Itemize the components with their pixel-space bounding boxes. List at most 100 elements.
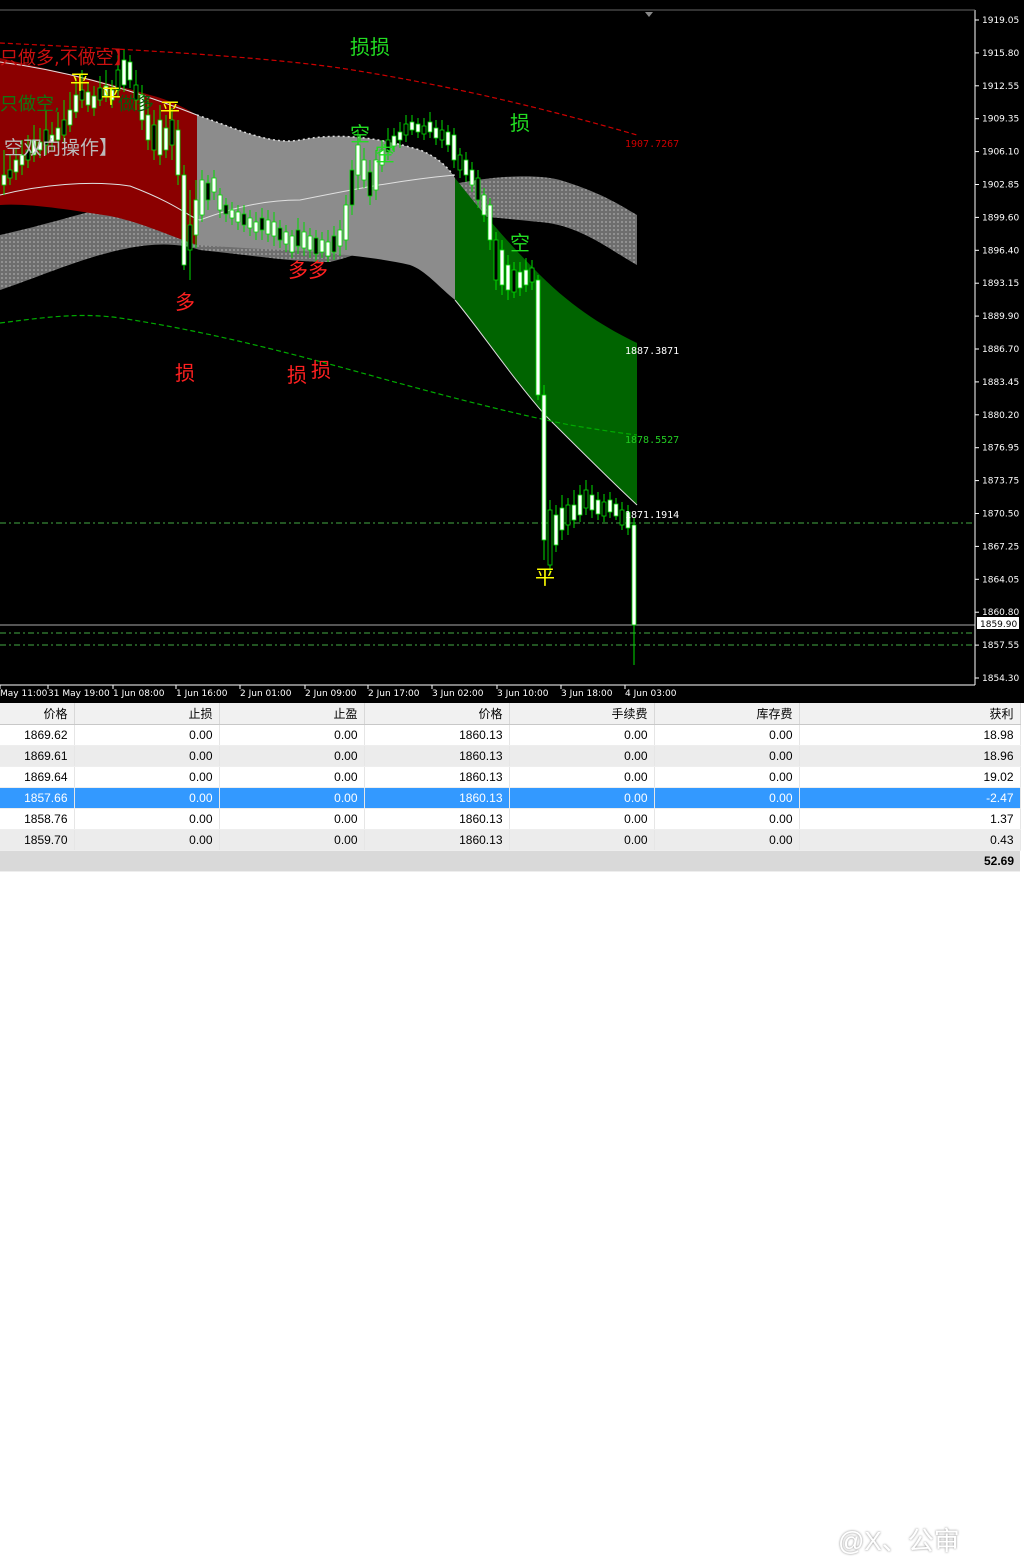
cell-swap: 0.00 (654, 787, 800, 809)
candle-body (253, 221, 259, 233)
cell-take-profit: 0.00 (219, 829, 365, 851)
cell-price: 1860.13 (364, 808, 510, 830)
col-header-price[interactable]: 价格 (364, 703, 510, 725)
cell-take-profit: 0.00 (219, 808, 365, 830)
price-axis-label: 1870.50 (982, 510, 1019, 520)
candle-body (451, 134, 457, 161)
candle-body (241, 213, 247, 226)
table-row[interactable]: 1869.64 0.00 0.00 1860.13 0.00 0.00 19.0… (0, 766, 1021, 788)
time-axis-label: 2 Jun 09:00 (305, 689, 357, 699)
table-row-selected[interactable]: 1857.66 0.00 0.00 1860.13 0.00 0.00 -2.4… (0, 787, 1021, 809)
annotation-short-2: 空 (375, 142, 395, 166)
cell-stop-loss: 0.00 (74, 829, 220, 851)
col-header-profit[interactable]: 获利 (799, 703, 1021, 725)
annotation-loss-green-2: 损 (510, 111, 530, 135)
price-axis-label: 1854.30 (982, 674, 1019, 684)
short-only-tail-label: 做多 (118, 94, 154, 115)
cell-stop-loss: 0.00 (74, 724, 220, 746)
candle-body (157, 119, 163, 156)
cell-take-profit: 0.00 (219, 745, 365, 767)
trade-positions-panel: 价格 止损 止盈 价格 手续费 库存费 获利 1869.62 0.00 0.00… (0, 703, 1024, 1556)
candle-body (151, 124, 157, 151)
cell-price: 1860.13 (364, 745, 510, 767)
candle-body (289, 235, 295, 253)
candle-body (547, 509, 553, 566)
candle-body (1, 174, 7, 186)
time-axis-label: 4 Jun 03:00 (625, 689, 677, 699)
table-row[interactable]: 1869.62 0.00 0.00 1860.13 0.00 0.00 18.9… (0, 724, 1021, 746)
total-row: 52.69 (0, 850, 1020, 872)
candle-body (337, 229, 343, 247)
annotation-short-1: 空 (350, 122, 370, 146)
candle-body (463, 159, 469, 176)
price-chart[interactable]: 1907.7267 1887.3871 1878.5527 1871.1914 … (0, 0, 1024, 703)
col-header-open-price[interactable]: 价格 (0, 703, 75, 725)
candle-body (331, 235, 337, 253)
candle-body (223, 204, 229, 215)
candle-body (397, 131, 403, 141)
cell-open-price: 1857.66 (0, 787, 75, 809)
table-row[interactable]: 1869.61 0.00 0.00 1860.13 0.00 0.00 18.9… (0, 745, 1021, 767)
candle-body (217, 194, 223, 211)
candle-body (7, 169, 13, 179)
annotation-loss-2: 损 (287, 363, 307, 387)
annotation-short-3: 空 (510, 231, 530, 255)
candle-body (247, 217, 253, 229)
price-axis-label: 1864.05 (982, 575, 1019, 585)
candle-body (205, 182, 211, 201)
candle-body (265, 219, 271, 235)
cell-price: 1860.13 (364, 787, 510, 809)
table-row[interactable]: 1858.76 0.00 0.00 1860.13 0.00 0.00 1.37 (0, 808, 1021, 830)
price-axis-label: 1893.15 (982, 279, 1019, 289)
candle-body (163, 127, 169, 151)
price-axis-label: 1902.85 (982, 181, 1019, 191)
price-axis-label: 1906.10 (982, 148, 1019, 158)
chart-shift-marker-icon[interactable] (645, 12, 653, 17)
candle-body (481, 194, 487, 216)
price-axis-label: 1919.05 (982, 16, 1019, 26)
candle-body (445, 131, 451, 146)
table-row[interactable]: 1859.70 0.00 0.00 1860.13 0.00 0.00 0.43 (0, 829, 1021, 851)
candle-body (607, 499, 613, 513)
candle-body (493, 239, 499, 281)
time-axis-label: 2 Jun 17:00 (368, 689, 420, 699)
candle-body (415, 123, 421, 133)
cell-open-price: 1869.64 (0, 766, 75, 788)
cell-open-price: 1859.70 (0, 829, 75, 851)
candle-body (595, 499, 601, 515)
annotation-long-1: 多 (175, 290, 195, 314)
candle-body (283, 231, 289, 245)
candle-body (367, 171, 373, 197)
candle-body (349, 169, 355, 206)
green-ma-value: 1878.5527 (625, 435, 679, 446)
cell-swap: 0.00 (654, 829, 800, 851)
cell-commission: 0.00 (509, 829, 655, 851)
time-axis-label: May 11:00 (0, 689, 48, 699)
cell-swap: 0.00 (654, 766, 800, 788)
candle-body (421, 125, 427, 135)
col-header-swap[interactable]: 库存费 (654, 703, 800, 725)
col-header-take-profit[interactable]: 止盈 (219, 703, 365, 725)
cell-commission: 0.00 (509, 766, 655, 788)
candle-body (199, 179, 205, 216)
candle-body (427, 121, 433, 133)
candle-body (433, 127, 439, 139)
cell-profit: 18.96 (799, 745, 1021, 767)
cell-profit: 19.02 (799, 766, 1021, 788)
current-price-label: 1859.90 (980, 620, 1017, 630)
candle-body (511, 269, 517, 293)
candle-body (601, 501, 607, 517)
col-header-commission[interactable]: 手续费 (509, 703, 655, 725)
col-header-stop-loss[interactable]: 止损 (74, 703, 220, 725)
annotation-close-2: 平 (101, 84, 121, 108)
cell-stop-loss: 0.00 (74, 745, 220, 767)
candle-body (193, 199, 199, 236)
candle-body (91, 95, 97, 109)
cell-take-profit: 0.00 (219, 724, 365, 746)
cell-profit: 1.37 (799, 808, 1021, 830)
candle-body (187, 224, 193, 251)
price-axis-label: 1886.70 (982, 345, 1019, 355)
candle-body (541, 394, 547, 541)
price-axis-label: 1912.55 (982, 82, 1019, 92)
candle-body (529, 267, 535, 283)
